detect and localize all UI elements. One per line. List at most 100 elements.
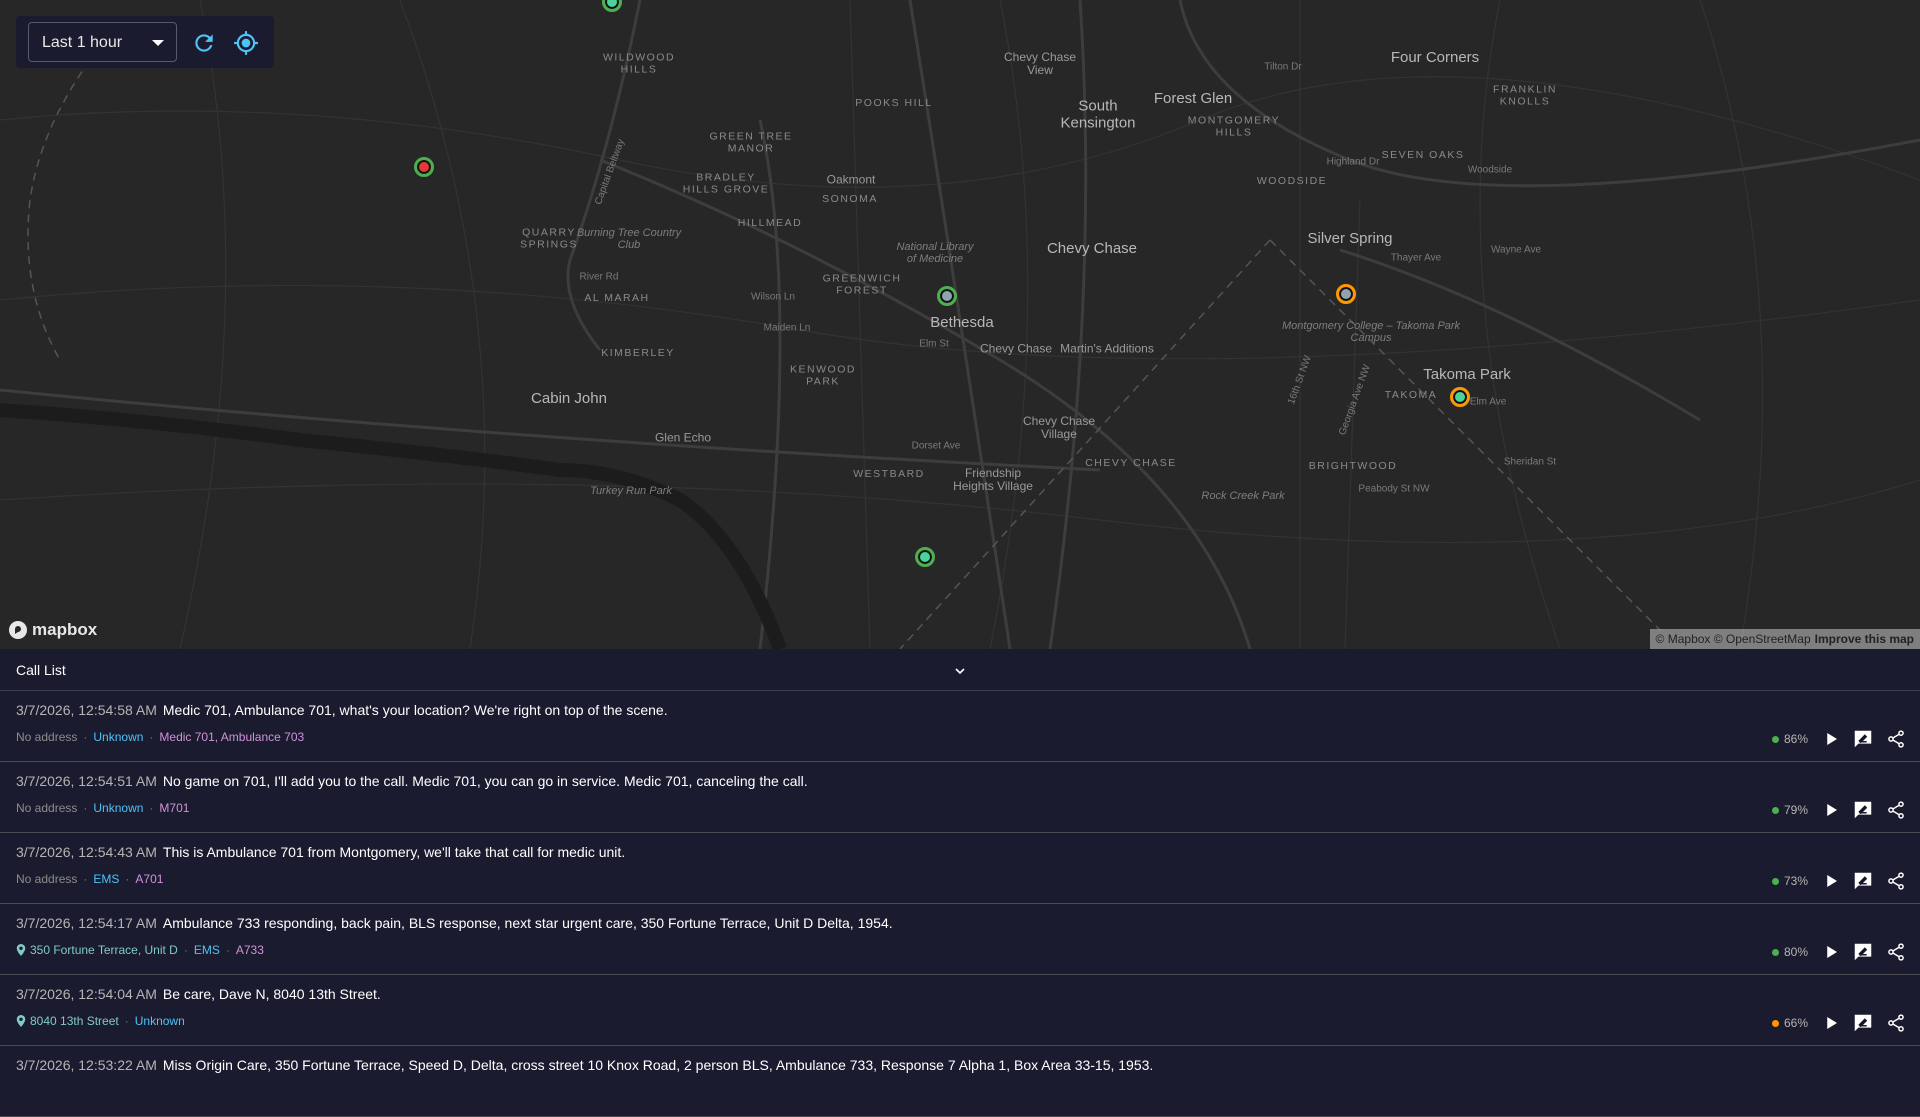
play-icon[interactable] xyxy=(1822,872,1840,890)
call-address[interactable]: 8040 13th Street xyxy=(30,1014,119,1028)
map-label: BRIGHTWOOD xyxy=(1308,460,1398,473)
map-label: Burning Tree Country Club xyxy=(576,226,682,251)
play-icon[interactable] xyxy=(1822,943,1840,961)
map-label: Martin's Additions xyxy=(1060,341,1154,356)
call-timestamp: 3/7/2026, 12:54:17 AM xyxy=(16,915,157,931)
map-label: GREEN TREE MANOR xyxy=(709,130,793,154)
call-type[interactable]: Unknown xyxy=(135,1014,185,1028)
feedback-icon[interactable] xyxy=(1852,941,1874,963)
map-label: Tilton Dr xyxy=(1264,61,1302,73)
call-transcript[interactable]: Medic 701, Ambulance 701, what's your lo… xyxy=(163,702,668,718)
confidence-dot xyxy=(1772,806,1779,814)
confidence-dot xyxy=(1772,877,1779,885)
map-label: Wayne Ave xyxy=(1490,244,1542,256)
map-label: WESTBARD xyxy=(853,468,925,481)
feedback-icon[interactable] xyxy=(1852,799,1874,821)
call-units[interactable]: Medic 701, Ambulance 703 xyxy=(159,730,304,744)
call-units[interactable]: A733 xyxy=(236,943,264,957)
confidence-value: 79% xyxy=(1784,803,1809,817)
map-label: Thayer Ave xyxy=(1390,252,1442,264)
map-label: TAKOMA xyxy=(1384,389,1438,402)
map-label: Glen Echo xyxy=(654,430,712,445)
call-timestamp: 3/7/2026, 12:54:43 AM xyxy=(16,844,157,860)
feedback-icon[interactable] xyxy=(1852,728,1874,750)
call-marker[interactable] xyxy=(1336,284,1356,304)
my-location-icon[interactable] xyxy=(233,30,259,56)
call-type[interactable]: EMS xyxy=(194,943,220,957)
call-address[interactable]: 350 Fortune Terrace, Unit D xyxy=(30,943,178,957)
feedback-icon[interactable] xyxy=(1852,1012,1874,1034)
call-list-header[interactable]: Call List xyxy=(0,649,1920,691)
separator: · xyxy=(83,801,88,815)
map-label: Chevy Chase Village xyxy=(1022,413,1096,441)
call-type[interactable]: Unknown xyxy=(93,730,143,744)
map-label: KIMBERLEY xyxy=(601,347,675,360)
map[interactable]: WILDWOOD HILLS Chevy Chase View Four Corne… xyxy=(0,0,1920,649)
call-address: No address xyxy=(16,730,78,744)
call-type[interactable]: EMS xyxy=(93,872,119,886)
call-units[interactable]: A701 xyxy=(135,872,163,886)
call-timestamp: 3/7/2026, 12:53:22 AM xyxy=(16,1057,157,1073)
call-row[interactable]: 3/7/2026, 12:54:58 AM Medic 701, Ambulanc… xyxy=(0,691,1920,762)
separator: · xyxy=(149,801,154,815)
call-marker[interactable] xyxy=(414,157,434,177)
map-label: AL MARAH xyxy=(584,292,650,305)
map-label: BRADLEY HILLS GROVE xyxy=(682,171,770,195)
map-controls: Last 1 hour xyxy=(16,16,274,68)
call-units[interactable]: M701 xyxy=(159,801,189,815)
call-list-title: Call List xyxy=(16,662,66,678)
play-icon[interactable] xyxy=(1822,730,1840,748)
confidence-dot xyxy=(1772,1019,1779,1027)
share-icon[interactable] xyxy=(1886,800,1906,820)
separator: · xyxy=(124,1014,129,1028)
map-label: Highland Dr xyxy=(1326,156,1380,168)
call-marker[interactable] xyxy=(1450,387,1470,407)
feedback-icon[interactable] xyxy=(1852,870,1874,892)
map-label: Bethesda xyxy=(930,313,994,331)
refresh-icon[interactable] xyxy=(191,30,217,56)
time-range-value: Last 1 hour xyxy=(42,34,123,51)
map-label: Elm St xyxy=(919,338,949,350)
call-list: Call List 3/7/2026, 12:54:58 AM Medic 701… xyxy=(0,649,1920,1117)
share-icon[interactable] xyxy=(1886,942,1906,962)
call-row[interactable]: 3/7/2026, 12:54:51 AM No game on 701, I'l… xyxy=(0,762,1920,833)
share-icon[interactable] xyxy=(1886,871,1906,891)
separator: · xyxy=(83,730,88,744)
map-label: Chevy Chase xyxy=(979,341,1053,356)
call-transcript[interactable]: Ambulance 733 responding, back pain, BLS… xyxy=(163,915,893,931)
share-icon[interactable] xyxy=(1886,1013,1906,1033)
call-row[interactable]: 3/7/2026, 12:53:22 AM Miss Origin Care, 3… xyxy=(0,1046,1920,1117)
dropdown-caret-icon xyxy=(152,40,164,46)
map-label: FRANKLIN KNOLLS xyxy=(1493,83,1557,107)
map-label: Woodside xyxy=(1467,164,1513,176)
call-type[interactable]: Unknown xyxy=(93,801,143,815)
call-marker[interactable] xyxy=(937,286,957,306)
mapbox-logo-icon xyxy=(9,621,27,639)
call-row[interactable]: 3/7/2026, 12:54:17 AM Ambulance 733 respo… xyxy=(0,904,1920,975)
map-label: National Library of Medicine xyxy=(896,240,974,265)
call-timestamp: 3/7/2026, 12:54:58 AM xyxy=(16,702,157,718)
play-icon[interactable] xyxy=(1822,1014,1840,1032)
call-row[interactable]: 3/7/2026, 12:54:04 AM Be care, Dave N, 80… xyxy=(0,975,1920,1046)
call-transcript[interactable]: No game on 701, I'll add you to the call… xyxy=(163,773,808,789)
improve-map-link[interactable]: Improve this map xyxy=(1815,632,1914,646)
map-label: MONTGOMERY HILLS xyxy=(1187,114,1281,138)
map-label: POOKS HILL xyxy=(855,97,933,110)
call-transcript[interactable]: Miss Origin Care, 350 Fortune Terrace, S… xyxy=(163,1057,1153,1073)
call-marker[interactable] xyxy=(915,547,935,567)
play-icon[interactable] xyxy=(1822,801,1840,819)
map-label: Wilson Ln xyxy=(751,291,795,303)
map-label: Cabin John xyxy=(531,389,607,407)
share-icon[interactable] xyxy=(1886,729,1906,749)
call-address: No address xyxy=(16,801,78,815)
chevron-down-icon[interactable] xyxy=(952,663,968,679)
map-label: Turkey Run Park xyxy=(590,484,672,497)
confidence-dot xyxy=(1772,735,1779,743)
attribution-text[interactable]: © Mapbox © OpenStreetMap xyxy=(1656,632,1811,646)
call-row[interactable]: 3/7/2026, 12:54:43 AM This is Ambulance 7… xyxy=(0,833,1920,904)
map-label: Four Corners xyxy=(1390,48,1480,66)
time-range-select[interactable]: Last 1 hour xyxy=(28,22,177,62)
call-transcript[interactable]: This is Ambulance 701 from Montgomery, w… xyxy=(163,844,625,860)
call-transcript[interactable]: Be care, Dave N, 8040 13th Street. xyxy=(163,986,381,1002)
map-label: Dorset Ave xyxy=(911,440,961,452)
